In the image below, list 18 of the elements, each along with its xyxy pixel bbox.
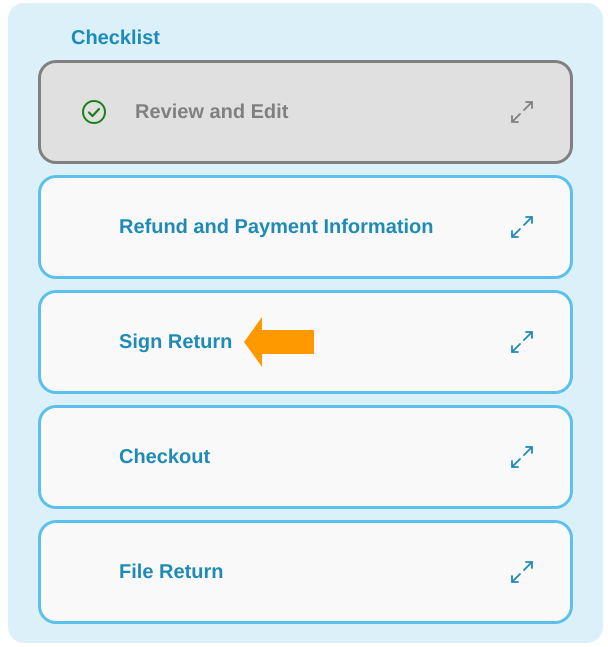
checklist-item[interactable]: Checkout (38, 405, 573, 509)
expand-icon[interactable] (510, 445, 534, 469)
item-label: Checkout (119, 446, 210, 468)
checklist-item[interactable]: Sign Return (38, 290, 573, 394)
item-label: Sign Return (119, 330, 232, 354)
expand-icon[interactable] (510, 560, 534, 584)
checklist-title: Checklist (71, 26, 161, 51)
expand-icon[interactable] (510, 100, 534, 124)
item-label: File Return (119, 560, 224, 584)
item-label: Refund and Payment Information (119, 216, 434, 238)
checklist-item[interactable]: Review and Edit (38, 60, 573, 164)
checklist-item[interactable]: File Return (38, 520, 573, 624)
expand-icon[interactable] (510, 330, 534, 354)
check-circle-icon (81, 99, 107, 125)
checklist-item[interactable]: Refund and Payment Information (38, 175, 573, 279)
expand-icon[interactable] (510, 215, 534, 239)
item-label: Review and Edit (135, 100, 288, 124)
arrow-icon (244, 317, 314, 367)
